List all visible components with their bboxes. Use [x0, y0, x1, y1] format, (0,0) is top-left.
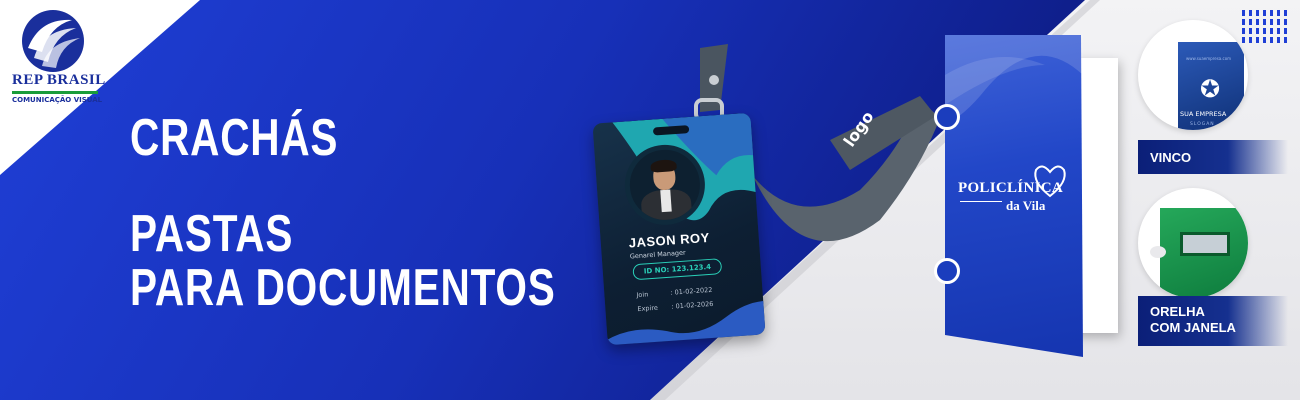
vinco-label: VINCO — [1138, 140, 1288, 174]
folder-hole-bottom — [934, 258, 960, 284]
folder-hole-top — [934, 104, 960, 130]
badge-name: JASON ROY — [628, 229, 711, 251]
folder-brand-subtitle: da Vila — [1006, 198, 1046, 213]
orelha-notch — [1150, 246, 1166, 258]
badge-join-label: Join — [636, 290, 649, 300]
orelha-window — [1180, 232, 1230, 256]
id-badge: JASON ROY Genarel Manager ID NO: 123.123… — [592, 112, 766, 346]
badge-role: Genarel Manager — [629, 248, 686, 261]
brand-name: REP BRASIL — [12, 72, 106, 88]
orelha-label: ORELHA COM JANELA — [1138, 296, 1288, 346]
folder-brand-name: POLICLÍNICA — [958, 180, 1063, 196]
headline-crachas: CRACHÁS — [130, 109, 339, 167]
brand-rule — [12, 91, 98, 94]
vinco-sample: www.suaempresa.com ✪ SUA EMPRESA SLOGAN — [1138, 20, 1248, 130]
orelha-sample — [1138, 188, 1248, 298]
badge-join-row: Join : 01-02-2022 — [636, 286, 712, 299]
globe-logo-icon — [22, 10, 84, 72]
badge-id: ID NO: 123.123.4 — [632, 258, 723, 281]
folder-brand-rule — [960, 201, 1002, 202]
orelha-label-line1: ORELHA — [1150, 304, 1205, 319]
headline-pastas: PASTAS — [130, 205, 294, 263]
badge-join-value: : 01-02-2022 — [670, 285, 713, 297]
folder-swoosh-decoration — [945, 35, 1083, 125]
vinco-company: SUA EMPRESA — [1180, 110, 1227, 118]
headline-para-documentos: PARA DOCUMENTOS — [130, 259, 556, 317]
orelha-label-line2: COM JANELA — [1150, 320, 1236, 335]
vinco-label-text: VINCO — [1150, 150, 1192, 165]
vinco-url: www.suaempresa.com — [1186, 56, 1232, 61]
vinco-slogan: SLOGAN — [1190, 122, 1215, 127]
dot-grid-icon — [1242, 10, 1287, 43]
brand-tagline: COMUNICAÇÃO VISUAL — [12, 96, 103, 104]
star-logo-icon: ✪ — [1200, 75, 1221, 103]
